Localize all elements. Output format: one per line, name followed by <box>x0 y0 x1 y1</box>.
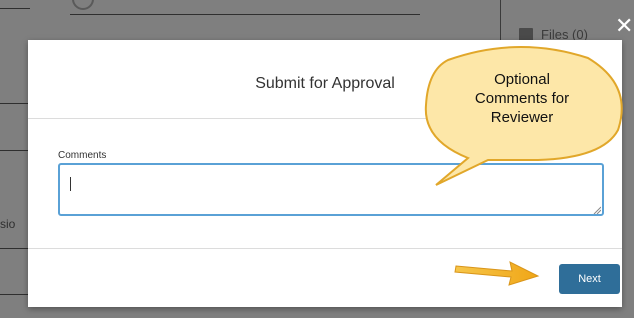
background-divider <box>0 248 30 249</box>
resize-grip-icon[interactable] <box>593 206 601 214</box>
text-caret <box>70 177 71 191</box>
callout-line: Comments for <box>474 90 570 107</box>
callout-line: Optional <box>494 71 550 88</box>
background-circle-icon <box>72 0 94 10</box>
close-icon[interactable]: ✕ <box>615 16 633 38</box>
background-divider <box>500 0 501 40</box>
callout-text: Optional Comments for Reviewer <box>438 70 606 127</box>
background-divider <box>0 294 30 295</box>
background-divider <box>0 103 30 104</box>
callout-line: Reviewer <box>490 109 554 126</box>
background-divider <box>70 14 420 15</box>
background-divider <box>0 150 30 151</box>
comments-label: Comments <box>58 150 107 161</box>
arrow-right-icon <box>454 261 540 286</box>
background-text-fragment: sio <box>0 217 16 231</box>
next-button[interactable]: Next <box>559 264 620 294</box>
modal-footer-divider <box>28 248 622 249</box>
background-divider <box>0 8 30 9</box>
